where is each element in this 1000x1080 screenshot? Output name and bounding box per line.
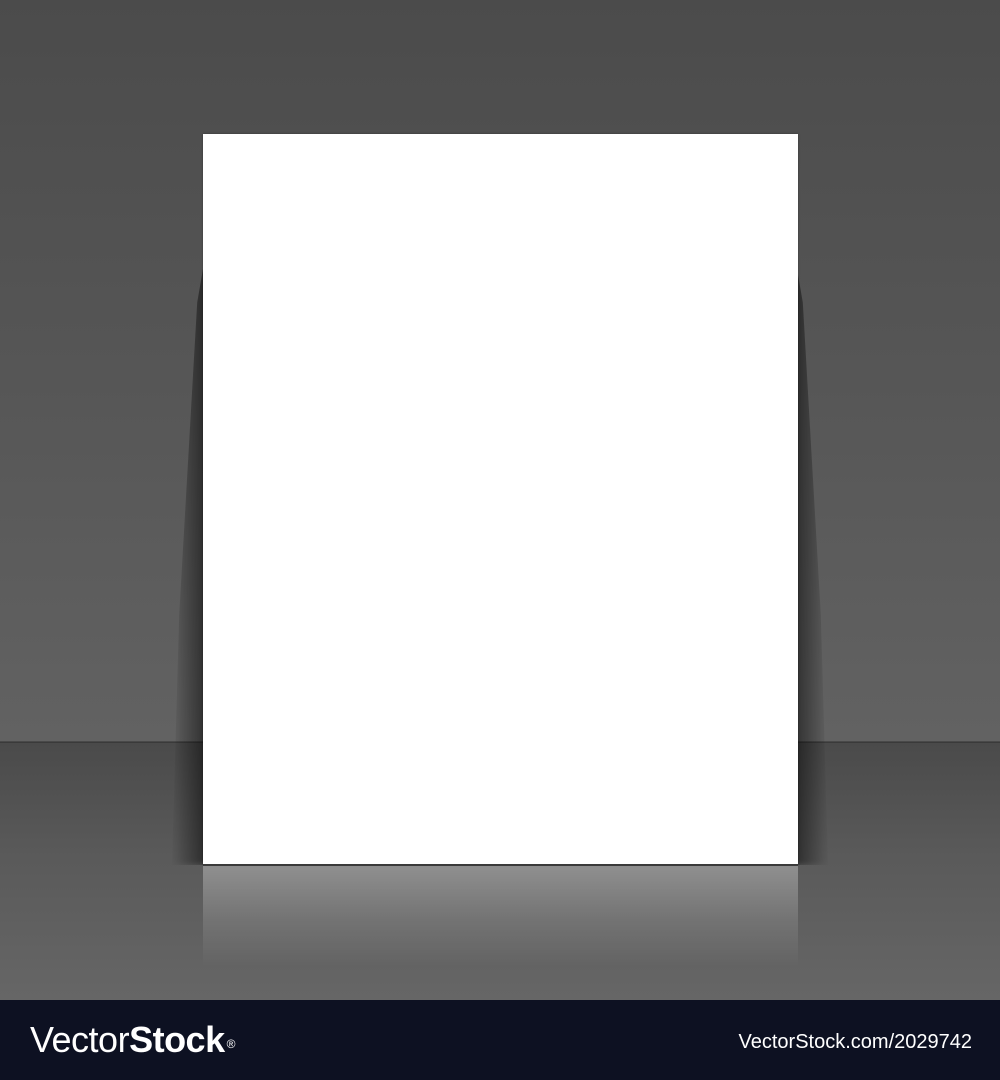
blank-paper-sheet (203, 134, 798, 865)
scene (0, 0, 1000, 1000)
vectorstock-logo: VectorStock ® (30, 1018, 235, 1062)
registered-mark: ® (226, 1037, 236, 1051)
watermark-bar: VectorStock ® VectorStock.com/2029742 (0, 1000, 1000, 1080)
logo-word-stock: Stock (129, 1019, 225, 1060)
paper-reflection (203, 866, 798, 966)
image-id-label: VectorStock.com/2029742 (738, 1031, 972, 1053)
logo-word-vector: Vector (30, 1019, 130, 1060)
